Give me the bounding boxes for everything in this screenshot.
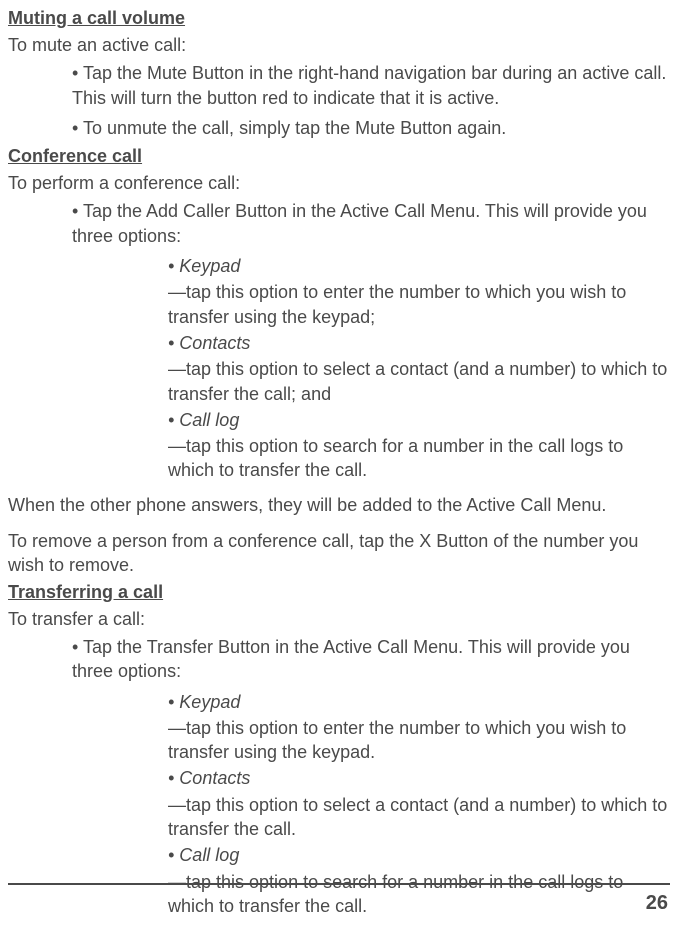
heading-transferring: Transferring a call [8, 582, 670, 603]
heading-conference: Conference call [8, 146, 670, 167]
sub-keypad-heading-conf: • Keypad [8, 254, 670, 278]
sub-calllog-heading-conf: • Call log [8, 408, 670, 432]
intro-transferring: To transfer a call: [8, 607, 670, 631]
sub-calllog-text-conf: —tap this option to search for a number … [8, 434, 670, 483]
page-number: 26 [646, 892, 668, 915]
footer-divider [8, 883, 670, 885]
sub-contacts-text-conf: —tap this option to select a contact (an… [8, 357, 670, 406]
bullet-unmute: • To unmute the call, simply tap the Mut… [8, 116, 670, 140]
bullet-mute-tap: • Tap the Mute Button in the right-hand … [8, 61, 670, 110]
heading-muting: Muting a call volume [8, 8, 670, 29]
sub-keypad-text-tr: —tap this option to enter the number to … [8, 716, 670, 765]
intro-muting: To mute an active call: [8, 33, 670, 57]
intro-conference: To perform a conference call: [8, 171, 670, 195]
sub-keypad-text-conf: —tap this option to enter the number to … [8, 280, 670, 329]
sub-contacts-text-tr: —tap this option to select a contact (an… [8, 793, 670, 842]
conf-after-2: To remove a person from a conference cal… [8, 529, 670, 578]
sub-contacts-heading-conf: • Contacts [8, 331, 670, 355]
sub-calllog-text-tr: —tap this option to search for a number … [8, 870, 670, 919]
sub-calllog-heading-tr: • Call log [8, 843, 670, 867]
bullet-transfer: • Tap the Transfer Button in the Active … [8, 635, 670, 684]
sub-keypad-heading-tr: • Keypad [8, 690, 670, 714]
conf-after-1: When the other phone answers, they will … [8, 493, 670, 517]
bullet-add-caller: • Tap the Add Caller Button in the Activ… [8, 199, 670, 248]
sub-contacts-heading-tr: • Contacts [8, 766, 670, 790]
